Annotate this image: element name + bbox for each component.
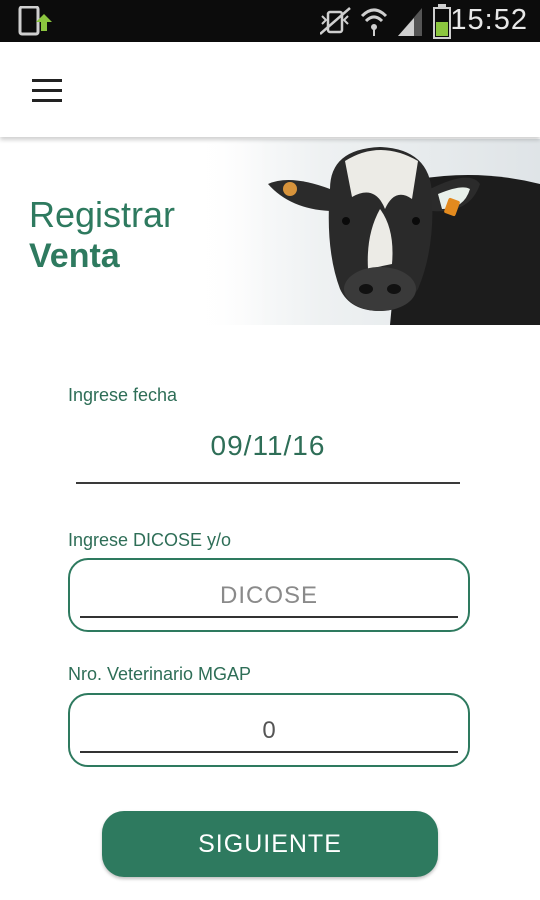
battery-icon xyxy=(433,4,451,39)
hero-banner: Registrar Venta xyxy=(0,139,540,325)
dicose-underline xyxy=(80,616,458,618)
wifi-icon xyxy=(360,8,388,36)
device-download-icon xyxy=(16,5,52,41)
app-bar xyxy=(0,42,540,137)
dicose-label: Ingrese DICOSE y/o xyxy=(68,530,232,550)
dicose-field-box xyxy=(68,558,470,632)
vet-number-input[interactable] xyxy=(80,713,458,749)
signal-icon xyxy=(398,8,422,36)
date-underline xyxy=(76,482,460,484)
hero-title-line1: Registrar xyxy=(29,194,176,235)
vet-label: Nro. Veterinario MGAP xyxy=(68,664,252,684)
mute-vibrate-icon xyxy=(320,7,351,35)
clock: 15:52 xyxy=(450,4,528,36)
siguiente-button[interactable]: SIGUIENTE xyxy=(102,811,438,877)
hero-title-line2: Venta xyxy=(29,237,120,275)
cow-photo xyxy=(180,139,540,325)
hamburger-menu-icon[interactable] xyxy=(22,70,72,112)
vet-underline xyxy=(80,751,458,753)
vet-field-box xyxy=(68,693,470,767)
status-bar: 15:52 xyxy=(0,0,540,42)
date-label: Ingrese fecha xyxy=(68,385,178,405)
dicose-input[interactable] xyxy=(80,578,458,614)
date-field[interactable]: 09/11/16 xyxy=(76,430,460,462)
